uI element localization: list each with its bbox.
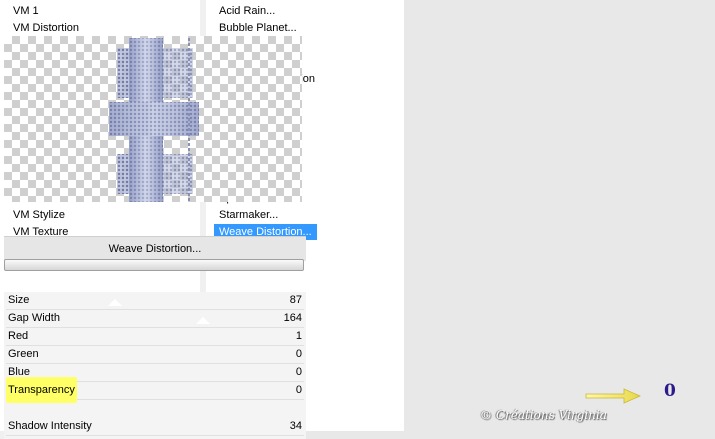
param-label: Red <box>8 330 29 342</box>
category-item[interactable]: VM 1 <box>8 3 44 19</box>
param-value[interactable]: 87 <box>290 292 302 309</box>
filter-item[interactable]: Acid Rain... <box>214 3 280 19</box>
param-row[interactable]: Gap Width 164 <box>6 310 304 328</box>
filter-item[interactable]: Starmaker... <box>214 207 283 223</box>
param-value[interactable]: 0 <box>296 346 302 363</box>
filter-title-bar: Weave Distortion... <box>4 236 306 261</box>
filter-title: Weave Distortion... <box>108 243 202 255</box>
param-label: Size <box>8 294 30 306</box>
param-value[interactable]: 0 <box>296 364 302 381</box>
param-value[interactable]: 0 <box>296 382 302 399</box>
param-label: Gap Width <box>8 312 60 324</box>
category-item[interactable]: VM Distortion <box>8 20 84 36</box>
param-row[interactable]: Size 87 <box>6 292 304 310</box>
filter-item[interactable]: Bubble Planet... <box>214 20 302 36</box>
param-row[interactable]: Transparency 0 <box>6 377 304 403</box>
param-value[interactable]: 164 <box>284 310 302 327</box>
arrow-annotation-icon <box>585 388 641 404</box>
param-label: Green <box>8 348 39 360</box>
param-label: Transparency <box>6 377 77 403</box>
category-item[interactable]: VM Stylize <box>8 207 70 223</box>
annotation-value: 0 <box>664 381 676 401</box>
param-label: Shadow Intensity <box>8 420 92 432</box>
param-value[interactable]: 1 <box>296 328 302 345</box>
preview-canvas <box>4 36 302 202</box>
weave-preview-image <box>109 38 199 202</box>
param-row[interactable]: Red 1 <box>6 328 304 346</box>
watermark-text: © Créations Virginia <box>480 408 607 422</box>
param-row[interactable]: Green 0 <box>6 346 304 364</box>
param-row[interactable]: Shadow Intensity 34 <box>6 418 304 436</box>
parameter-list: Size 87 Gap Width 164 Red 1 Green 0 Blue 0 Transpa… <box>4 292 306 439</box>
progress-bar <box>4 259 304 271</box>
param-value[interactable]: 34 <box>290 418 302 435</box>
